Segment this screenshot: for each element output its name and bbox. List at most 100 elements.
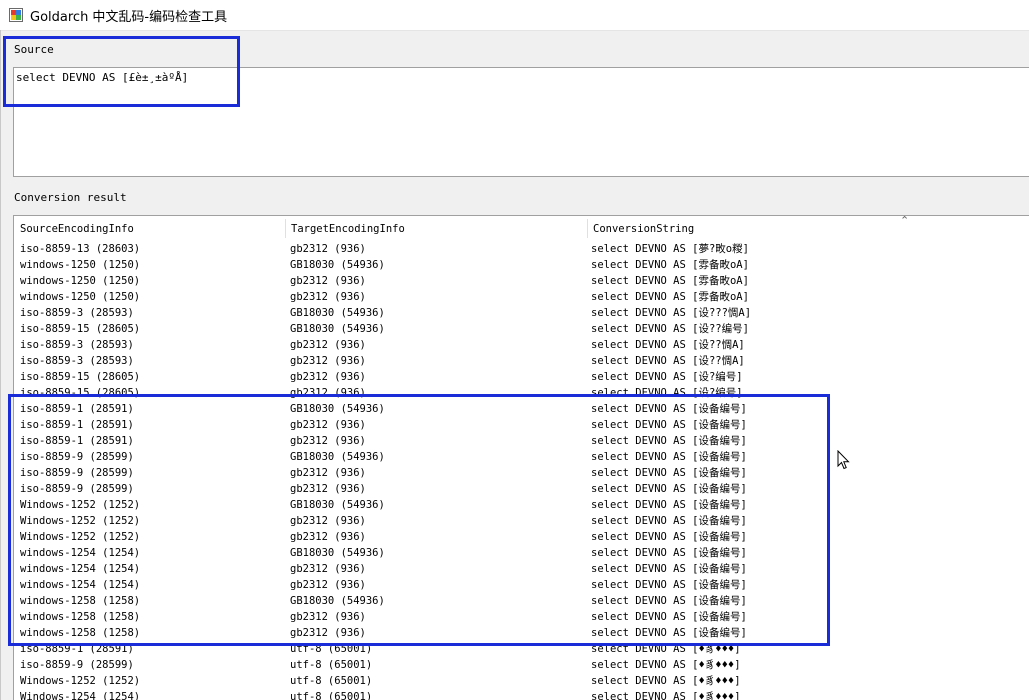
cell-target-encoding: gb2312 (936) xyxy=(290,339,366,351)
cell-conversion-string: select DEVNO AS [雰备畋oA] xyxy=(591,275,749,287)
cell-target-encoding: gb2312 (936) xyxy=(290,355,366,367)
cell-conversion-string: select DEVNO AS [♦豸♦♦♦] xyxy=(591,675,741,687)
cell-target-encoding: utf-8 (65001) xyxy=(290,643,373,655)
cell-target-encoding: gb2312 (936) xyxy=(290,419,366,431)
cell-target-encoding: GB18030 (54936) xyxy=(290,499,385,511)
cell-conversion-string: select DEVNO AS [设?编号] xyxy=(591,387,743,399)
title-bar[interactable]: Goldarch 中文乱码-编码检查工具 xyxy=(0,0,1029,31)
cell-source-encoding: iso-8859-9 (28599) xyxy=(20,467,134,479)
cell-conversion-string: select DEVNO AS [雰备畋oA] xyxy=(591,259,749,271)
table-row[interactable]: windows-1250 (1250) gb2312 (936) select DE… xyxy=(14,289,1029,305)
table-row[interactable]: iso-8859-9 (28599) gb2312 (936) select DEV… xyxy=(14,465,1029,481)
table-row[interactable]: Windows-1252 (1252) utf-8 (65001) select D… xyxy=(14,673,1029,689)
cell-source-encoding: iso-8859-15 (28605) xyxy=(20,387,141,399)
cell-source-encoding: windows-1250 (1250) xyxy=(20,275,141,287)
cell-target-encoding: utf-8 (65001) xyxy=(290,691,373,700)
cell-target-encoding: gb2312 (936) xyxy=(290,467,366,479)
cell-source-encoding: iso-8859-13 (28603) xyxy=(20,243,141,255)
table-row[interactable]: iso-8859-9 (28599) gb2312 (936) select DEV… xyxy=(14,481,1029,497)
cell-conversion-string: select DEVNO AS [设备编号] xyxy=(591,579,747,591)
cell-conversion-string: select DEVNO AS [设??惆A] xyxy=(591,355,745,367)
cell-conversion-string: select DEVNO AS [设备编号] xyxy=(591,515,747,527)
table-row[interactable]: windows-1254 (1254) GB18030 (54936) select… xyxy=(14,545,1029,561)
column-header-source-encoding[interactable]: SourceEncodingInfo xyxy=(14,216,285,240)
cell-target-encoding: gb2312 (936) xyxy=(290,435,366,447)
table-row[interactable]: windows-1254 (1254) gb2312 (936) select DE… xyxy=(14,561,1029,577)
cell-source-encoding: windows-1250 (1250) xyxy=(20,291,141,303)
cell-source-encoding: iso-8859-1 (28591) xyxy=(20,435,134,447)
column-header-conversion-string[interactable]: ConversionString xyxy=(587,216,1029,240)
table-row[interactable]: windows-1250 (1250) GB18030 (54936) select… xyxy=(14,257,1029,273)
app-window: Goldarch 中文乱码-编码检查工具 Source select DEVNO… xyxy=(0,0,1029,700)
cell-conversion-string: select DEVNO AS [设备编号] xyxy=(591,435,747,447)
table-row[interactable]: iso-8859-15 (28605) GB18030 (54936) select… xyxy=(14,321,1029,337)
table-row[interactable]: iso-8859-15 (28605) gb2312 (936) select DE… xyxy=(14,369,1029,385)
cell-conversion-string: select DEVNO AS [设???惆A] xyxy=(591,307,752,319)
cell-target-encoding: GB18030 (54936) xyxy=(290,323,385,335)
table-row[interactable]: iso-8859-1 (28591) gb2312 (936) select DEV… xyxy=(14,433,1029,449)
cell-target-encoding: GB18030 (54936) xyxy=(290,595,385,607)
cell-source-encoding: iso-8859-3 (28593) xyxy=(20,355,134,367)
cell-target-encoding: gb2312 (936) xyxy=(290,611,366,623)
table-row[interactable]: iso-8859-3 (28593) GB18030 (54936) select … xyxy=(14,305,1029,321)
window-title: Goldarch 中文乱码-编码检查工具 xyxy=(30,10,228,25)
table-row[interactable]: windows-1258 (1258) gb2312 (936) select DE… xyxy=(14,625,1029,641)
table-row[interactable]: Windows-1252 (1252) GB18030 (54936) select… xyxy=(14,497,1029,513)
table-row[interactable]: Windows-1254 (1254) utf-8 (65001) select D… xyxy=(14,689,1029,700)
cell-conversion-string: select DEVNO AS [设备编号] xyxy=(591,595,747,607)
cell-target-encoding: gb2312 (936) xyxy=(290,371,366,383)
result-rows: iso-8859-13 (28603) gb2312 (936) select DE… xyxy=(14,241,1029,700)
cell-target-encoding: gb2312 (936) xyxy=(290,627,366,639)
cell-source-encoding: iso-8859-15 (28605) xyxy=(20,371,141,383)
cell-target-encoding: GB18030 (54936) xyxy=(290,307,385,319)
cell-target-encoding: GB18030 (54936) xyxy=(290,403,385,415)
app-window-icon xyxy=(9,8,23,22)
cell-source-encoding: iso-8859-9 (28599) xyxy=(20,451,134,463)
source-text[interactable]: select DEVNO AS [£è±¸±àºÅ] xyxy=(16,71,188,84)
table-row[interactable]: windows-1258 (1258) gb2312 (936) select DE… xyxy=(14,609,1029,625)
cell-target-encoding: gb2312 (936) xyxy=(290,291,366,303)
table-row[interactable]: iso-8859-1 (28591) utf-8 (65001) select DE… xyxy=(14,641,1029,657)
cell-target-encoding: gb2312 (936) xyxy=(290,243,366,255)
table-row[interactable]: windows-1258 (1258) GB18030 (54936) select… xyxy=(14,593,1029,609)
source-textbox[interactable]: select DEVNO AS [£è±¸±àºÅ] xyxy=(13,67,1029,177)
cell-conversion-string: select DEVNO AS [♦豸♦♦♦] xyxy=(591,659,741,671)
cell-source-encoding: windows-1254 (1254) xyxy=(20,563,141,575)
cell-source-encoding: windows-1258 (1258) xyxy=(20,611,141,623)
table-row[interactable]: iso-8859-15 (28605) gb2312 (936) select DE… xyxy=(14,385,1029,401)
table-row[interactable]: windows-1254 (1254) gb2312 (936) select DE… xyxy=(14,577,1029,593)
table-row[interactable]: iso-8859-9 (28599) utf-8 (65001) select DE… xyxy=(14,657,1029,673)
cell-conversion-string: select DEVNO AS [设备编号] xyxy=(591,467,747,479)
cell-conversion-string: select DEVNO AS [设备编号] xyxy=(591,451,747,463)
cell-target-encoding: gb2312 (936) xyxy=(290,483,366,495)
table-row[interactable]: iso-8859-3 (28593) gb2312 (936) select DEV… xyxy=(14,353,1029,369)
cell-target-encoding: gb2312 (936) xyxy=(290,515,366,527)
table-row[interactable]: iso-8859-13 (28603) gb2312 (936) select DE… xyxy=(14,241,1029,257)
table-row[interactable]: Windows-1252 (1252) gb2312 (936) select DE… xyxy=(14,513,1029,529)
cell-target-encoding: GB18030 (54936) xyxy=(290,547,385,559)
table-row[interactable]: Windows-1252 (1252) gb2312 (936) select DE… xyxy=(14,529,1029,545)
table-row[interactable]: windows-1250 (1250) gb2312 (936) select DE… xyxy=(14,273,1029,289)
cell-conversion-string: select DEVNO AS [♦豸♦♦♦] xyxy=(591,643,741,655)
cell-source-encoding: iso-8859-3 (28593) xyxy=(20,339,134,351)
table-row[interactable]: iso-8859-1 (28591) gb2312 (936) select DEV… xyxy=(14,417,1029,433)
source-label: Source xyxy=(14,43,54,56)
cell-target-encoding: gb2312 (936) xyxy=(290,275,366,287)
cell-conversion-string: select DEVNO AS [设备编号] xyxy=(591,419,747,431)
cell-source-encoding: Windows-1254 (1254) xyxy=(20,691,141,700)
cell-conversion-string: select DEVNO AS [设??编号] xyxy=(591,323,749,335)
cell-conversion-string: select DEVNO AS [设备编号] xyxy=(591,483,747,495)
cell-conversion-string: select DEVNO AS [雰备畋oA] xyxy=(591,291,749,303)
cell-source-encoding: Windows-1252 (1252) xyxy=(20,499,141,511)
column-header-target-encoding[interactable]: TargetEncodingInfo xyxy=(285,216,587,240)
cell-conversion-string: select DEVNO AS [设备编号] xyxy=(591,531,747,543)
cell-source-encoding: windows-1258 (1258) xyxy=(20,627,141,639)
conversion-result-listview[interactable]: SourceEncodingInfo TargetEncodingInfo Co… xyxy=(13,215,1029,700)
cell-target-encoding: gb2312 (936) xyxy=(290,387,366,399)
table-row[interactable]: iso-8859-1 (28591) GB18030 (54936) select … xyxy=(14,401,1029,417)
cell-conversion-string: select DEVNO AS [设备编号] xyxy=(591,403,747,415)
table-row[interactable]: iso-8859-3 (28593) gb2312 (936) select DEV… xyxy=(14,337,1029,353)
cell-conversion-string: select DEVNO AS [设备编号] xyxy=(591,563,747,575)
table-row[interactable]: iso-8859-9 (28599) GB18030 (54936) select … xyxy=(14,449,1029,465)
cell-target-encoding: gb2312 (936) xyxy=(290,579,366,591)
